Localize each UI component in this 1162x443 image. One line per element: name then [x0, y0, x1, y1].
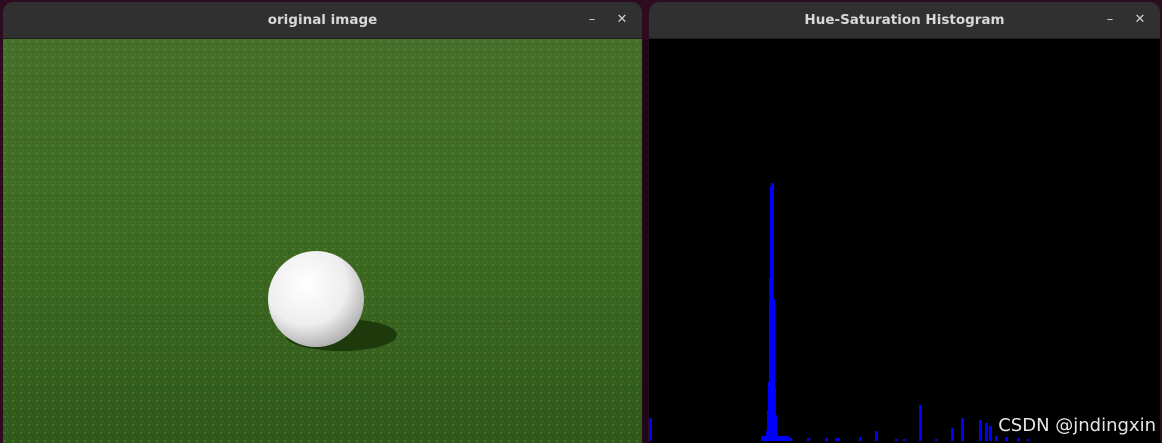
watermark-text: CSDN @jndingxin — [998, 415, 1156, 436]
histogram-bar — [895, 439, 898, 441]
histogram-bar — [935, 439, 938, 441]
minimize-button[interactable]: – — [1100, 10, 1120, 30]
window-gap — [643, 40, 648, 443]
close-button[interactable]: ✕ — [1130, 10, 1150, 30]
histogram-bar — [875, 431, 878, 441]
histogram-bar — [837, 438, 840, 441]
original-image-window: original image – ✕ — [3, 2, 642, 443]
histogram-bar — [649, 418, 652, 441]
close-button[interactable]: ✕ — [612, 10, 632, 30]
golf-ball-photo — [3, 39, 642, 443]
histogram-window: Hue-Saturation Histogram – ✕ CSDN @jndin… — [649, 2, 1160, 443]
golf-ball — [268, 251, 364, 347]
histogram-bar — [1005, 437, 1008, 441]
histogram-bar — [979, 420, 982, 441]
histogram-bar — [961, 418, 964, 441]
histogram-bar — [777, 438, 780, 441]
title-bar[interactable]: original image – ✕ — [3, 2, 642, 39]
histogram-plot — [649, 39, 1160, 443]
histogram-canvas: CSDN @jndingxin — [649, 39, 1160, 443]
histogram-bar — [989, 426, 992, 441]
histogram-bar — [1017, 438, 1020, 441]
image-canvas — [3, 39, 642, 443]
window-title: original image — [267, 12, 378, 28]
histogram-bar — [1027, 439, 1030, 441]
window-title: Hue-Saturation Histogram — [804, 12, 1005, 28]
histogram-bar — [995, 436, 998, 441]
title-bar[interactable]: Hue-Saturation Histogram – ✕ — [649, 2, 1160, 39]
histogram-bar — [825, 438, 828, 441]
histogram-bar — [951, 428, 954, 441]
histogram-bar — [903, 439, 906, 441]
histogram-bar — [859, 437, 862, 441]
histogram-bar — [919, 405, 922, 441]
minimize-button[interactable]: – — [582, 10, 602, 30]
histogram-bar — [789, 438, 792, 441]
histogram-bar — [807, 438, 810, 441]
histogram-bar — [985, 423, 988, 441]
